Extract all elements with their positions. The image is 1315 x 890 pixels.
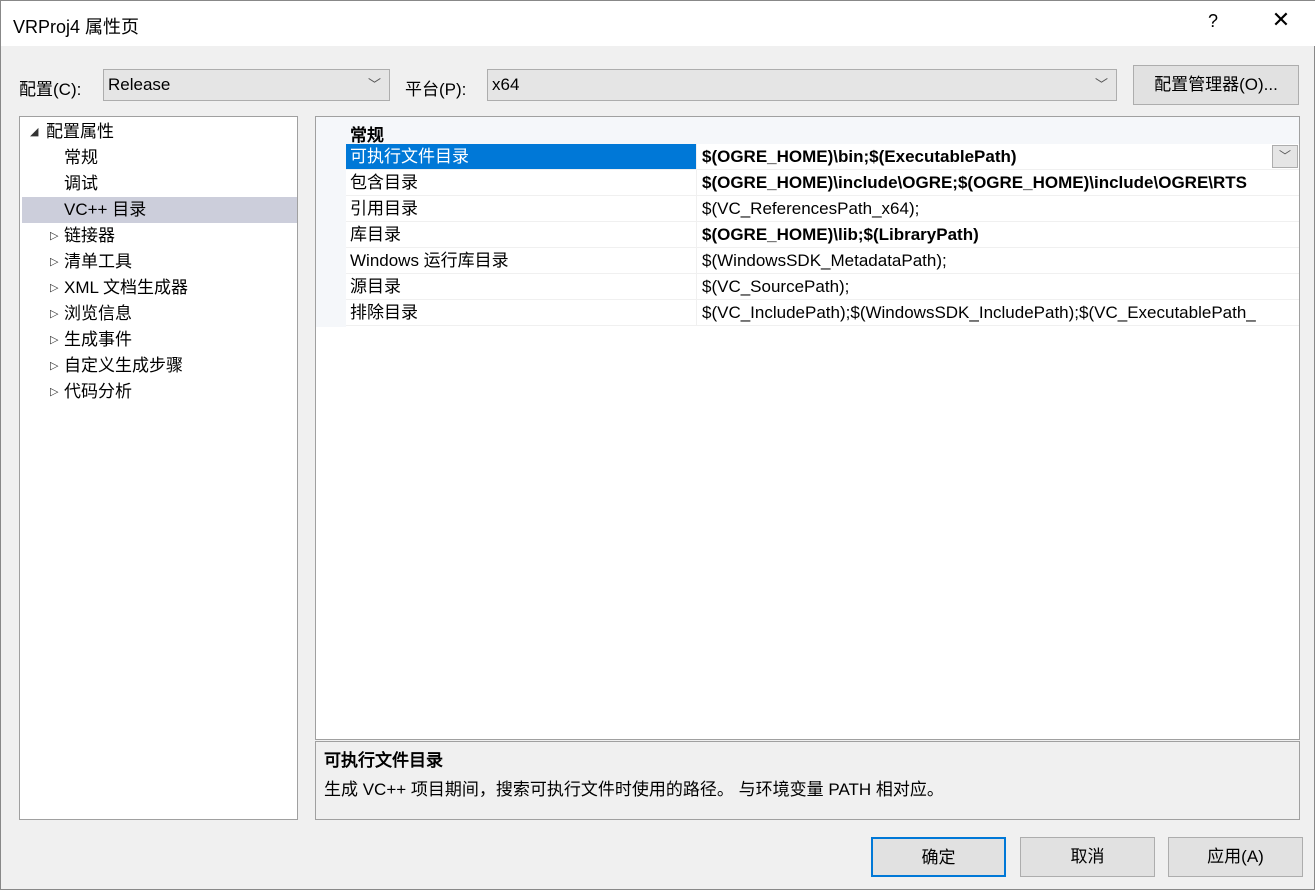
expand-triangle-icon[interactable]: ▷ bbox=[50, 301, 58, 327]
property-name: Windows 运行库目录 bbox=[346, 248, 697, 273]
expand-triangle-icon[interactable]: ▷ bbox=[50, 379, 58, 405]
tree-item[interactable]: ▷ 代码分析 bbox=[22, 379, 297, 405]
tree-item[interactable]: ▷ XML 文档生成器 bbox=[22, 275, 297, 301]
tree-item-label: 链接器 bbox=[64, 226, 115, 245]
title-bar: VRProj4 属性页 ? ✕ bbox=[1, 1, 1315, 46]
config-manager-button[interactable]: 配置管理器(O)... bbox=[1133, 65, 1299, 105]
platform-label: 平台(P): bbox=[405, 80, 467, 99]
tree-item-label: 代码分析 bbox=[64, 382, 132, 401]
config-label: 配置(C): bbox=[19, 80, 82, 99]
property-tree[interactable]: ◢ 配置属性 常规调试 VC++ 目录 ▷ 链接器 ▷ 清单工具 ▷ XML 文档生成器 ▷ 浏览… bbox=[19, 116, 298, 820]
property-row[interactable]: 包含目录 $(OGRE_HOME)\include\OGRE;$(OGRE_HOM… bbox=[346, 170, 1299, 196]
value-dropdown-button[interactable]: ﹀ bbox=[1272, 145, 1298, 168]
description-panel: 可执行文件目录 生成 VC++ 项目期间，搜索可执行文件时使用的路径。 与环境变… bbox=[315, 741, 1300, 820]
tree-item[interactable]: ▷ 清单工具 bbox=[22, 249, 297, 275]
tree-item[interactable]: ▷ 链接器 bbox=[22, 223, 297, 249]
property-name: 排除目录 bbox=[346, 300, 697, 325]
tree-item[interactable]: 调试 bbox=[22, 171, 297, 197]
property-value[interactable]: $(VC_ReferencesPath_x64); bbox=[698, 196, 1299, 221]
cancel-button[interactable]: 取消 bbox=[1020, 837, 1155, 877]
property-row[interactable]: 引用目录 $(VC_ReferencesPath_x64); bbox=[346, 196, 1299, 222]
tree-item[interactable]: ▷ 浏览信息 bbox=[22, 301, 297, 327]
property-row[interactable]: Windows 运行库目录 $(WindowsSDK_MetadataPath); bbox=[346, 248, 1299, 274]
tree-item[interactable]: ▷ 生成事件 bbox=[22, 327, 297, 353]
property-value[interactable]: $(OGRE_HOME)\bin;$(ExecutablePath) bbox=[698, 144, 1299, 169]
tree-root-label: 配置属性 bbox=[46, 122, 114, 141]
property-value[interactable]: $(OGRE_HOME)\include\OGRE;$(OGRE_HOME)\i… bbox=[698, 170, 1299, 195]
property-name: 引用目录 bbox=[346, 196, 697, 221]
tree-item-label: 调试 bbox=[64, 174, 98, 193]
chevron-down-icon: ﹀ bbox=[367, 77, 381, 92]
help-button[interactable]: ? bbox=[1201, 11, 1225, 32]
property-name: 源目录 bbox=[346, 274, 697, 299]
tree-item-label: XML 文档生成器 bbox=[64, 278, 189, 297]
expand-triangle-icon[interactable]: ▷ bbox=[50, 249, 58, 275]
apply-button[interactable]: 应用(A) bbox=[1168, 837, 1303, 877]
category-header[interactable]: ⌄ 常规 bbox=[316, 117, 1299, 145]
property-row[interactable]: 可执行文件目录 $(OGRE_HOME)\bin;$(ExecutablePath… bbox=[346, 144, 1299, 170]
property-value[interactable]: $(WindowsSDK_MetadataPath); bbox=[698, 248, 1299, 273]
window-title: VRProj4 属性页 bbox=[13, 17, 140, 37]
chevron-down-icon: ﹀ bbox=[1094, 77, 1108, 92]
description-title: 可执行文件目录 bbox=[324, 751, 443, 770]
tree-item-label: VC++ 目录 bbox=[64, 200, 147, 219]
property-name: 库目录 bbox=[346, 222, 697, 247]
tree-item[interactable]: VC++ 目录 bbox=[22, 197, 297, 223]
property-row[interactable]: 排除目录 $(VC_IncludePath);$(WindowsSDK_Inclu… bbox=[346, 300, 1299, 326]
grid-gutter bbox=[316, 117, 346, 327]
platform-value: x64 bbox=[492, 75, 520, 94]
tree-item-label: 自定义生成步骤 bbox=[64, 356, 183, 375]
description-text: 生成 VC++ 项目期间，搜索可执行文件时使用的路径。 与环境变量 PATH 相… bbox=[324, 780, 944, 799]
property-value[interactable]: $(OGRE_HOME)\lib;$(LibraryPath) bbox=[698, 222, 1299, 247]
platform-select[interactable]: x64 ﹀ bbox=[487, 69, 1117, 101]
config-select[interactable]: Release ﹀ bbox=[103, 69, 390, 101]
tree-item-label: 常规 bbox=[64, 148, 98, 167]
property-row[interactable]: 源目录 $(VC_SourcePath); bbox=[346, 274, 1299, 300]
expand-triangle-icon[interactable]: ▷ bbox=[50, 353, 58, 379]
property-name: 可执行文件目录 bbox=[346, 144, 697, 169]
expand-triangle-icon[interactable]: ▷ bbox=[50, 275, 58, 301]
tree-item[interactable]: 常规 bbox=[22, 145, 297, 171]
collapse-triangle-icon[interactable]: ◢ bbox=[30, 119, 38, 145]
close-button[interactable]: ✕ bbox=[1267, 7, 1295, 33]
expand-triangle-icon[interactable]: ▷ bbox=[50, 223, 58, 249]
expand-triangle-icon[interactable]: ▷ bbox=[50, 327, 58, 353]
property-name: 包含目录 bbox=[346, 170, 697, 195]
config-value: Release bbox=[108, 75, 171, 94]
category-label: 常规 bbox=[350, 126, 384, 145]
property-grid[interactable]: ⌄ 常规 可执行文件目录$(OGRE_HOME)\bin;$(Executabl… bbox=[315, 116, 1300, 740]
tree-root[interactable]: ◢ 配置属性 bbox=[22, 119, 297, 145]
ok-button[interactable]: 确定 bbox=[871, 837, 1006, 877]
property-value[interactable]: $(VC_IncludePath);$(WindowsSDK_IncludePa… bbox=[698, 300, 1299, 325]
tree-item-label: 清单工具 bbox=[64, 252, 132, 271]
tree-item-label: 浏览信息 bbox=[64, 304, 132, 323]
property-value[interactable]: $(VC_SourcePath); bbox=[698, 274, 1299, 299]
property-row[interactable]: 库目录 $(OGRE_HOME)\lib;$(LibraryPath) bbox=[346, 222, 1299, 248]
tree-item-label: 生成事件 bbox=[64, 330, 132, 349]
tree-item[interactable]: ▷ 自定义生成步骤 bbox=[22, 353, 297, 379]
